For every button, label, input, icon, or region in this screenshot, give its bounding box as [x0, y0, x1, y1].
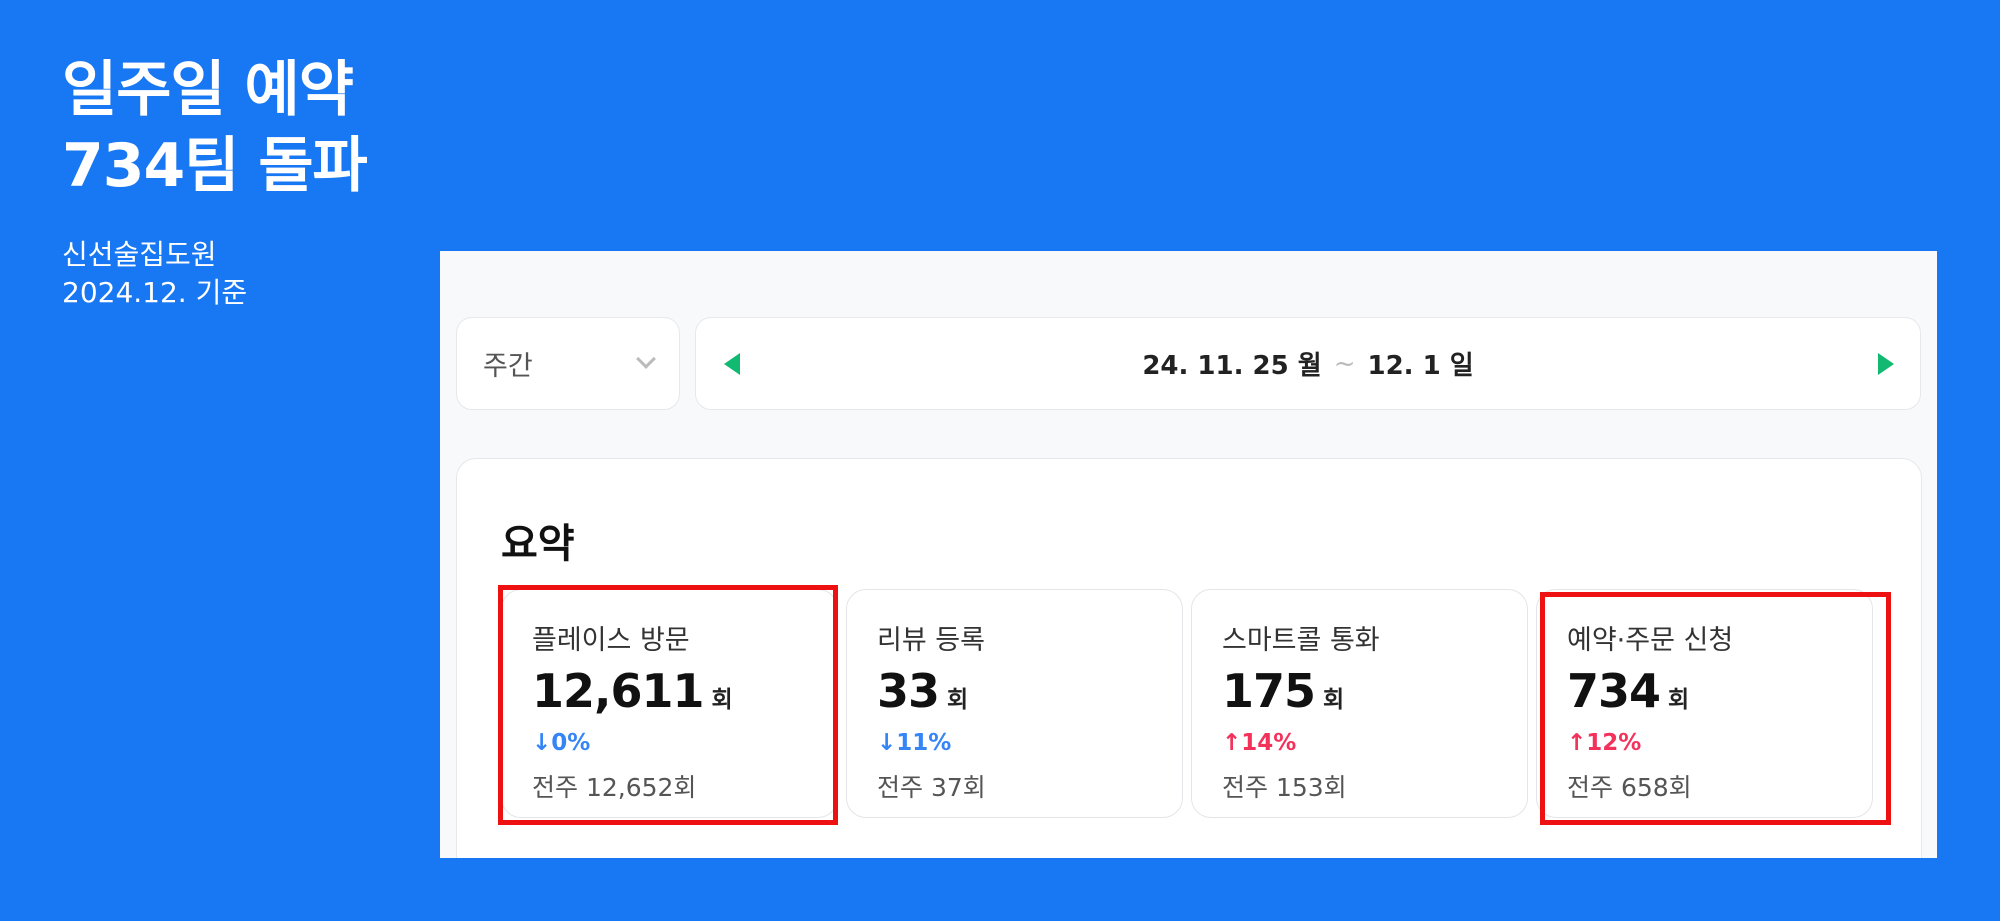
metric-change-value: 14%: [1241, 730, 1297, 756]
metric-change: ↓0%: [532, 730, 590, 756]
metric-change: ↓11%: [877, 730, 951, 756]
metric-label: 리뷰 등록: [877, 625, 985, 656]
metric-label: 스마트콜 통화: [1222, 625, 1380, 656]
metric-change-value: 0%: [551, 730, 591, 756]
metric-unit: 회: [1668, 687, 1690, 713]
metric-unit: 회: [711, 687, 733, 713]
next-week-button[interactable]: [1878, 353, 1894, 375]
metric-place-visits: 플레이스 방문 12,611 회 ↓0% 전주 12,652회: [501, 589, 838, 818]
metric-label: 플레이스 방문: [532, 625, 690, 656]
arrow-up-icon: ↑: [1222, 730, 1242, 756]
as-of-date: 2024.12. 기준: [62, 276, 248, 309]
metric-unit: 회: [947, 687, 969, 713]
metric-reviews: 리뷰 등록 33 회 ↓11% 전주 37회: [846, 589, 1183, 818]
metric-previous: 전주 12,652회: [532, 773, 697, 802]
summary-title: 요약: [501, 521, 575, 567]
metric-value: 33: [877, 664, 940, 718]
metric-unit: 회: [1323, 687, 1345, 713]
arrow-down-icon: ↓: [532, 730, 552, 756]
metric-reservations: 예약·주문 신청 734 회 ↑12% 전주 658회: [1536, 589, 1873, 818]
date-separator: ~: [1333, 348, 1356, 379]
headline-line-2: 734팀 돌파: [62, 131, 368, 201]
metric-smartcall: 스마트콜 통화 175 회 ↑14% 전주 153회: [1191, 589, 1528, 818]
metric-change-value: 11%: [896, 730, 952, 756]
date-start: 24. 11. 25 월: [1142, 351, 1322, 381]
metric-previous: 전주 153회: [1222, 773, 1347, 802]
metric-change: ↑12%: [1567, 730, 1641, 756]
summary-card: 요약 플레이스 방문 12,611 회 ↓0% 전주 12,652회 리뷰 등록…: [456, 458, 1922, 858]
metric-change: ↑14%: [1222, 730, 1296, 756]
period-select[interactable]: 주간: [456, 317, 680, 410]
arrow-up-icon: ↑: [1567, 730, 1587, 756]
metric-value: 734: [1567, 664, 1661, 718]
metric-label: 예약·주문 신청: [1567, 625, 1734, 656]
metric-value: 175: [1222, 664, 1316, 718]
date-end: 12. 1 일: [1367, 351, 1474, 381]
metric-value: 12,611: [532, 664, 705, 718]
period-select-value: 주간: [483, 351, 533, 382]
arrow-down-icon: ↓: [877, 730, 897, 756]
headline: 일주일 예약 734팀 돌파: [62, 52, 368, 204]
chevron-down-icon: [636, 349, 656, 369]
store-name: 신선술집도원: [62, 238, 217, 271]
metric-previous: 전주 658회: [1567, 773, 1692, 802]
date-range-text: 24. 11. 25 월 ~ 12. 1 일: [696, 318, 1920, 409]
date-range-bar: 24. 11. 25 월 ~ 12. 1 일: [695, 317, 1921, 410]
metric-previous: 전주 37회: [877, 773, 986, 802]
metric-change-value: 12%: [1586, 730, 1642, 756]
subline: 신선술집도원 2024.12. 기준: [62, 236, 247, 312]
headline-line-1: 일주일 예약: [62, 55, 354, 125]
stats-panel: 주간 24. 11. 25 월 ~ 12. 1 일 요약 플레이스 방문 12,…: [440, 251, 1937, 858]
